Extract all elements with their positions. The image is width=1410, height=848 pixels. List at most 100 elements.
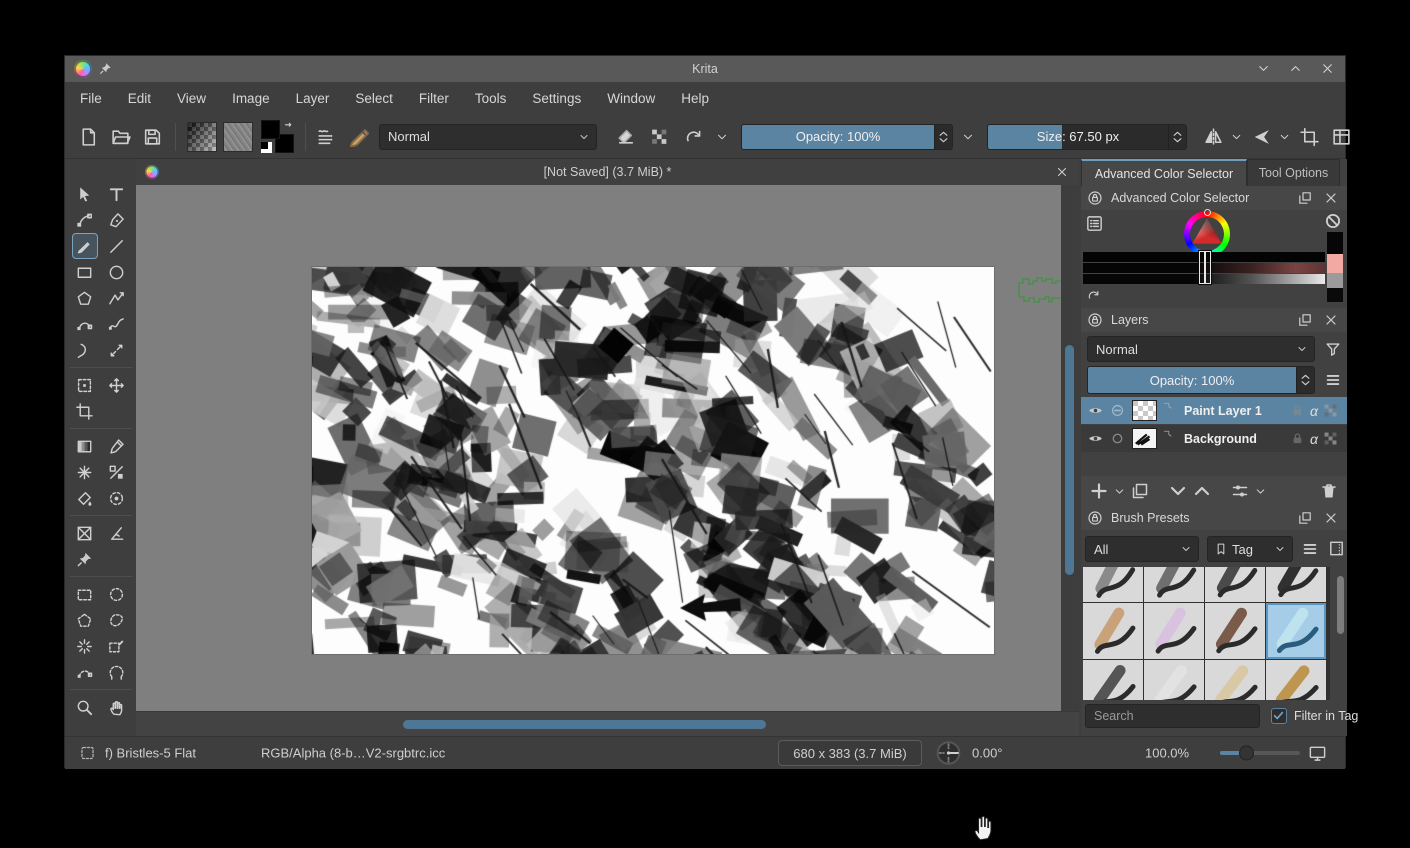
inherit-alpha-icon[interactable]	[1322, 402, 1339, 419]
filter-in-tag-checkbox[interactable]	[1271, 708, 1287, 724]
chevron-down-icon[interactable]	[715, 130, 729, 144]
fill-tool[interactable]	[72, 485, 98, 511]
layer-row-background[interactable]: Backgroundα	[1081, 425, 1347, 452]
add-layer-menu-icon[interactable]	[1113, 485, 1126, 498]
swap-colors-icon[interactable]	[283, 120, 295, 132]
gradient-chooser[interactable]	[187, 122, 217, 152]
menu-select[interactable]: Select	[342, 85, 406, 112]
spinner-icon[interactable]	[1169, 125, 1186, 149]
add-layer-button[interactable]	[1089, 481, 1109, 501]
menu-file[interactable]: File	[67, 85, 115, 112]
canvas[interactable]	[312, 267, 994, 654]
brush-preset-cell[interactable]	[1083, 567, 1143, 602]
brush-preset-cell[interactable]	[1083, 660, 1143, 700]
selection-status-icon[interactable]	[79, 745, 96, 762]
opacity-slider[interactable]: Opacity: 100%	[741, 124, 953, 150]
pattern-chooser[interactable]	[223, 122, 253, 152]
image-size-box[interactable]: 680 x 383 (3.7 MiB)	[778, 740, 922, 766]
lock-icon[interactable]	[1289, 430, 1306, 447]
menu-settings[interactable]: Settings	[519, 85, 594, 112]
move-layer-down-button[interactable]	[1168, 481, 1188, 501]
delete-layer-button[interactable]	[1319, 481, 1339, 501]
close-docker-icon[interactable]	[1323, 190, 1339, 206]
freehand-brush-tool[interactable]	[72, 233, 98, 259]
close-docker-icon[interactable]	[1323, 312, 1339, 328]
assistants-tool[interactable]	[72, 520, 98, 546]
preset-search-input[interactable]	[1085, 704, 1260, 728]
measure-tool[interactable]	[104, 520, 130, 546]
magnetic-select-tool[interactable]	[104, 659, 130, 685]
vertical-scrollbar[interactable]	[1065, 345, 1074, 575]
layer-thumbnail[interactable]	[1132, 400, 1157, 421]
maximize-icon[interactable]	[1288, 61, 1303, 76]
layer-opacity-slider[interactable]: Opacity: 100%	[1087, 366, 1315, 394]
close-document-icon[interactable]	[1055, 165, 1069, 179]
float-docker-icon[interactable]	[1297, 312, 1313, 328]
similar-select-tool[interactable]	[104, 633, 130, 659]
mirror-view-button[interactable]	[1203, 126, 1224, 147]
text-tool[interactable]	[104, 181, 130, 207]
brush-preset-cell[interactable]	[1266, 603, 1326, 659]
preset-view-menu-icon[interactable]	[1301, 540, 1319, 558]
brush-preset-cell[interactable]	[1266, 660, 1326, 700]
layer-filter-icon[interactable]	[1324, 340, 1342, 358]
chevron-down-icon[interactable]	[1278, 130, 1291, 143]
brush-preset-cell[interactable]	[1083, 603, 1143, 659]
lock-icon[interactable]	[1289, 402, 1306, 419]
layer-options-menu-icon[interactable]	[1324, 371, 1342, 389]
polyline-tool[interactable]	[104, 285, 130, 311]
brush-preset-cell[interactable]	[1144, 567, 1204, 602]
menu-tools[interactable]: Tools	[462, 85, 520, 112]
color-sampler-tool[interactable]	[104, 433, 130, 459]
line-tool[interactable]	[104, 233, 130, 259]
brush-preset-cell[interactable]	[1205, 660, 1265, 700]
ellipse-tool[interactable]	[104, 259, 130, 285]
layer-thumbnail[interactable]	[1132, 428, 1157, 449]
edit-shapes-tool[interactable]	[72, 207, 98, 233]
dynamic-brush-tool[interactable]	[72, 337, 98, 363]
select-shapes-tool[interactable]	[72, 181, 98, 207]
minimize-icon[interactable]	[1256, 61, 1271, 76]
blending-mode-combobox[interactable]: Normal	[379, 124, 597, 150]
freehand-select-tool[interactable]	[104, 607, 130, 633]
transform-tool[interactable]	[72, 372, 98, 398]
chevron-down-icon[interactable]	[1230, 130, 1243, 143]
close-icon[interactable]	[1320, 61, 1335, 76]
move-layer-up-button[interactable]	[1192, 481, 1212, 501]
titlebar[interactable]: Krita	[65, 56, 1345, 82]
visibility-eye-icon[interactable]	[1087, 402, 1104, 419]
new-document-button[interactable]	[78, 126, 99, 147]
layers-header[interactable]: Layers	[1081, 308, 1347, 332]
menu-window[interactable]: Window	[594, 85, 668, 112]
alpha-channel-icon[interactable]: α	[1310, 403, 1318, 419]
duplicate-layer-button[interactable]	[1130, 481, 1150, 501]
alpha-channel-icon[interactable]: α	[1310, 431, 1318, 447]
brush-preset-cell[interactable]	[1205, 603, 1265, 659]
no-color-icon[interactable]	[1324, 212, 1342, 230]
detach-canvas-button[interactable]	[1331, 126, 1352, 147]
calligraphy-tool[interactable]	[104, 207, 130, 233]
rectangle-tool[interactable]	[72, 259, 98, 285]
multibrush-tool[interactable]	[104, 337, 130, 363]
horizontal-scrollbar[interactable]	[403, 720, 766, 729]
pattern-edit-tool[interactable]	[72, 459, 98, 485]
freehand-path-tool[interactable]	[104, 311, 130, 337]
chevron-down-icon[interactable]	[961, 130, 975, 144]
rotation-dial-icon[interactable]	[935, 740, 962, 767]
save-button[interactable]	[142, 126, 163, 147]
close-docker-icon[interactable]	[1323, 510, 1339, 526]
workspace-chooser-button[interactable]	[315, 126, 336, 147]
reference-images-tool[interactable]	[72, 546, 98, 572]
gradient-tool[interactable]	[72, 433, 98, 459]
preset-detail-view-icon[interactable]	[1327, 539, 1346, 558]
brush-preset-cell[interactable]	[1144, 660, 1204, 700]
layer-row-paint-layer-1[interactable]: Paint Layer 1α	[1081, 397, 1347, 424]
spinner-icon[interactable]	[935, 125, 952, 149]
menu-edit[interactable]: Edit	[115, 85, 164, 112]
trim-to-image-button[interactable]	[1299, 126, 1320, 147]
tag-combobox[interactable]: Tag	[1207, 536, 1293, 562]
rect-select-tool[interactable]	[72, 581, 98, 607]
reload-preset-button[interactable]	[683, 126, 704, 147]
visibility-eye-icon[interactable]	[1087, 430, 1104, 447]
menu-view[interactable]: View	[164, 85, 219, 112]
